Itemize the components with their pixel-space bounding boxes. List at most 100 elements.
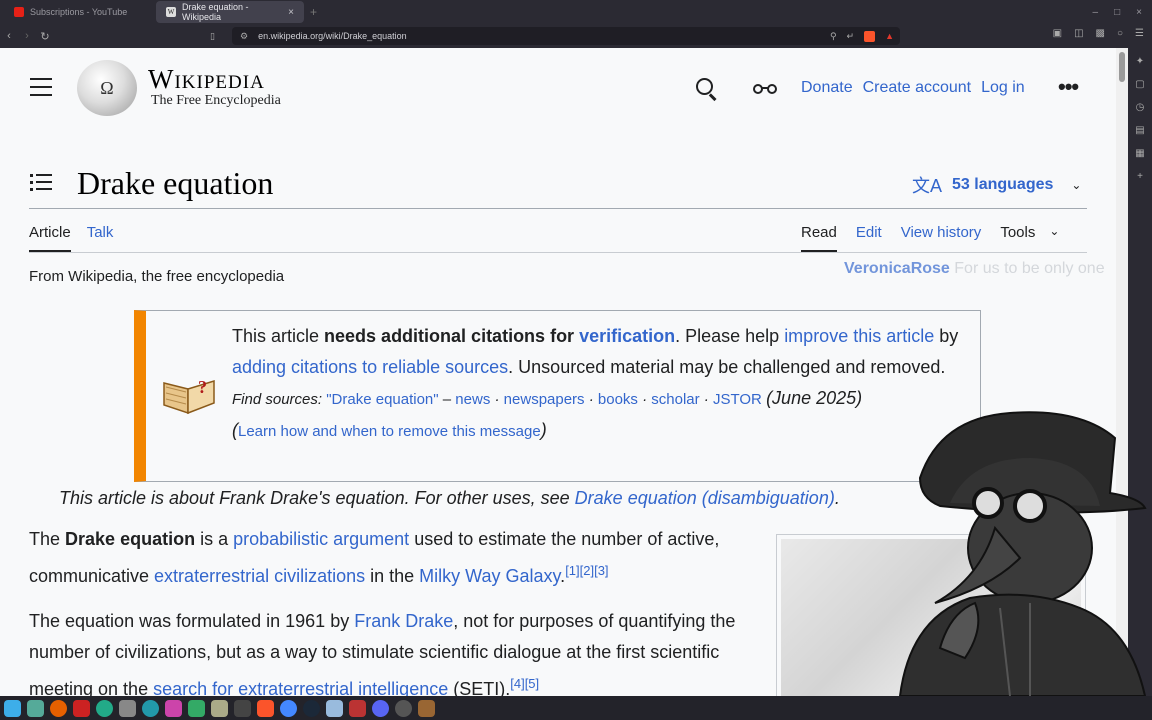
header-links: Donate Create account Log in: [801, 79, 1025, 97]
main-menu-icon[interactable]: [30, 78, 52, 96]
para-text: is a: [195, 529, 234, 549]
profile-icon[interactable]: ○: [1117, 28, 1123, 39]
tab-talk[interactable]: Talk: [87, 224, 114, 252]
app-icon-15[interactable]: [349, 699, 366, 717]
minimize-button[interactable]: –: [1093, 7, 1099, 18]
brave-taskbar-icon[interactable]: [257, 699, 274, 717]
tools-dropdown[interactable]: Tools ⌄: [1000, 224, 1059, 252]
languages-button[interactable]: 文A 53 languages ⌄: [912, 172, 1081, 198]
scrollbar-thumb[interactable]: [1119, 52, 1125, 82]
tab-youtube[interactable]: Subscriptions - YouTube: [4, 1, 152, 23]
url-text: en.wikipedia.org/wiki/Drake_equation: [258, 31, 407, 41]
jstor-link[interactable]: JSTOR: [713, 391, 762, 408]
more-options-icon[interactable]: •••: [1058, 74, 1079, 100]
log-in-link[interactable]: Log in: [981, 79, 1025, 97]
hatnote-text: .: [834, 488, 840, 508]
app-icon-3[interactable]: [73, 699, 90, 717]
app-icon-4[interactable]: [96, 699, 113, 717]
app-icon-8[interactable]: [188, 699, 205, 717]
tab-view-history[interactable]: View history: [901, 224, 982, 252]
share-icon[interactable]: ↵: [847, 31, 855, 42]
wikipedia-wordmark[interactable]: Wikipedia: [148, 64, 265, 95]
frank-drake-link[interactable]: Frank Drake: [354, 611, 453, 631]
book-question-icon: ?: [163, 377, 215, 415]
sidebar-toggle-icon[interactable]: ◫: [1074, 28, 1083, 39]
scholar-link[interactable]: scholar: [651, 391, 699, 408]
address-bar[interactable]: ▯ ⚙ en.wikipedia.org/wiki/Drake_equation…: [210, 27, 900, 45]
steam-icon[interactable]: [303, 699, 320, 717]
app-icon-18[interactable]: [418, 699, 435, 717]
tab-article[interactable]: Article: [29, 224, 71, 252]
firefox-icon[interactable]: [50, 699, 67, 717]
notice-text: This article: [232, 326, 325, 346]
back-icon[interactable]: ‹: [0, 30, 18, 42]
site-info-icon[interactable]: ⚙: [240, 31, 248, 42]
donate-link[interactable]: Donate: [801, 79, 853, 97]
app-icon-14[interactable]: [326, 699, 343, 717]
seti-link[interactable]: search for extraterrestrial intelligence: [153, 679, 448, 696]
chevron-down-icon: ⌄: [1071, 178, 1082, 192]
para-text: in the: [365, 566, 420, 586]
books-link[interactable]: books: [598, 391, 638, 408]
adding-citations-link[interactable]: adding citations to reliable sources: [232, 357, 508, 377]
extraterrestrial-civilizations-link[interactable]: extraterrestrial civilizations: [154, 566, 365, 586]
para-text: (SETI).: [448, 679, 511, 696]
reload-icon[interactable]: ↻: [36, 30, 54, 43]
sidebar-bookmarks-icon[interactable]: ▤: [1135, 125, 1144, 136]
close-icon[interactable]: ×: [288, 7, 294, 18]
tab-edit[interactable]: Edit: [856, 224, 882, 252]
hatnote-text: This article is about Frank Drake's equa…: [59, 488, 575, 508]
chrome-icon[interactable]: [280, 699, 297, 717]
wikipedia-globe-logo[interactable]: Ω: [77, 60, 137, 116]
tab-read[interactable]: Read: [801, 224, 837, 252]
maximize-button[interactable]: □: [1114, 7, 1120, 18]
new-tab-button[interactable]: +: [310, 5, 317, 19]
table-of-contents-icon[interactable]: [30, 172, 52, 192]
reference-links[interactable]: [1][2][3]: [565, 563, 608, 578]
para-text: The equation was formulated in 1961 by: [29, 611, 355, 631]
stream-chat-message: VeronicaRose For us to be only one: [844, 257, 1116, 281]
news-link[interactable]: news: [455, 391, 490, 408]
newspapers-link[interactable]: newspapers: [504, 391, 585, 408]
extensions-icon[interactable]: ▩: [1096, 28, 1105, 39]
notice-text: by: [934, 326, 959, 346]
milky-way-link[interactable]: Milky Way Galaxy: [419, 566, 560, 586]
app-icon-1[interactable]: [27, 699, 44, 717]
learn-remove-link[interactable]: Learn how and when to remove this messag…: [238, 423, 541, 440]
file-manager-icon[interactable]: [211, 699, 228, 717]
terminal-icon[interactable]: [234, 699, 251, 717]
languages-label: 53 languages: [952, 176, 1054, 193]
wallet-icon[interactable]: ▣: [1053, 28, 1062, 39]
bookmark-icon[interactable]: ▯: [210, 31, 215, 42]
app-icon-5[interactable]: [119, 699, 136, 717]
create-account-link[interactable]: Create account: [863, 79, 972, 97]
app-icon-7[interactable]: [165, 699, 182, 717]
sidebar-leo-icon[interactable]: ✦: [1136, 56, 1144, 67]
improve-article-link[interactable]: improve this article: [784, 326, 934, 346]
menu-icon[interactable]: ☰: [1135, 28, 1144, 39]
find-query-link[interactable]: "Drake equation": [326, 391, 438, 408]
lead-paragraph: The Drake equation is a probabilistic ar…: [29, 524, 759, 592]
sidebar-chat-icon[interactable]: ▢: [1135, 79, 1144, 90]
window-close-button[interactable]: ×: [1136, 7, 1142, 18]
verification-link[interactable]: verification: [579, 326, 675, 346]
toolbar-right: ▣ ◫ ▩ ○ ☰: [1053, 28, 1144, 39]
probabilistic-argument-link[interactable]: probabilistic argument: [233, 529, 409, 549]
tab-wikipedia[interactable]: W Drake equation - Wikipedia ×: [156, 1, 304, 23]
forward-icon[interactable]: ›: [18, 30, 36, 42]
disambiguation-link[interactable]: Drake equation (disambiguation): [575, 488, 835, 508]
sidebar-add-icon[interactable]: +: [1137, 171, 1143, 182]
obs-icon[interactable]: [395, 699, 412, 717]
rewards-icon[interactable]: ▲: [885, 31, 894, 42]
appearance-glasses-icon[interactable]: [752, 82, 780, 96]
sidebar-reading-list-icon[interactable]: ▦: [1135, 148, 1144, 159]
sidebar-history-icon[interactable]: ◷: [1136, 102, 1145, 113]
search-icon[interactable]: [694, 76, 720, 102]
start-menu-icon[interactable]: [4, 699, 21, 717]
discord-icon[interactable]: [372, 699, 389, 717]
tab-label: Drake equation - Wikipedia: [182, 2, 249, 22]
reference-links[interactable]: [4][5]: [510, 676, 539, 691]
app-icon-6[interactable]: [142, 699, 159, 717]
brave-shields-icon[interactable]: [864, 30, 876, 42]
zoom-icon[interactable]: ⚲: [830, 31, 837, 42]
